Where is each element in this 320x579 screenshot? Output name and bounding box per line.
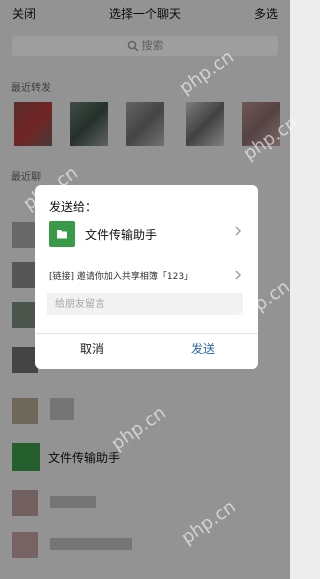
dialog-title: 发送给： <box>49 200 98 214</box>
chevron-right-icon <box>235 226 241 236</box>
link-preview-row[interactable]: [链接] 邀请你加入共享相簿「123」 <box>49 269 244 283</box>
chat-picker-screen: 关闭 选择一个聊天 多选 搜索 最近转发 最近聊 文件传输助手 发送给： 文件传… <box>0 0 302 579</box>
message-input[interactable] <box>47 293 243 315</box>
divider <box>35 333 258 334</box>
send-button[interactable]: 发送 <box>191 340 215 357</box>
cancel-button[interactable]: 取消 <box>80 340 104 357</box>
folder-icon <box>49 221 75 247</box>
link-preview-text: [链接] 邀请你加入共享相簿「123」 <box>49 272 194 282</box>
recipient-name: 文件传输助手 <box>85 228 158 242</box>
recipient-row[interactable]: 文件传输助手 <box>49 221 244 247</box>
chevron-right-icon <box>235 270 241 280</box>
send-dialog: 发送给： 文件传输助手 [链接] 邀请你加入共享相簿「123」 取消 发送 <box>35 185 258 369</box>
